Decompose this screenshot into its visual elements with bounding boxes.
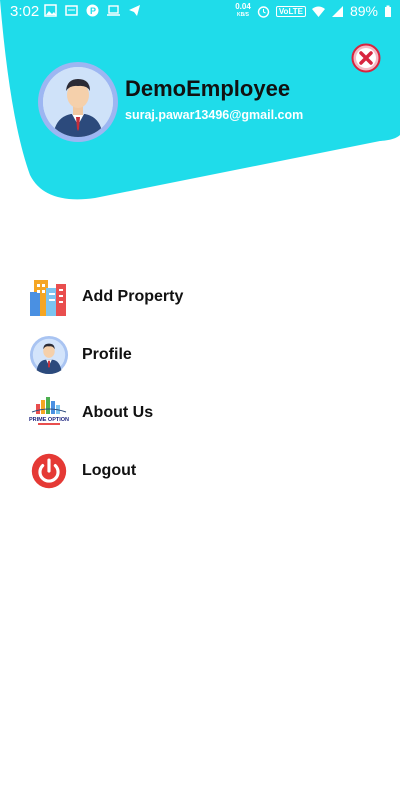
battery-percent: 89% [349, 3, 378, 19]
wifi-icon [311, 6, 325, 17]
logo-text: PRIME OPTION [29, 417, 69, 423]
menu-item-logout[interactable]: Logout [28, 448, 368, 494]
status-right-icons: 0.04 KB/S VoLTE 89% [235, 3, 392, 19]
power-icon [28, 450, 70, 492]
signal-icon [331, 5, 343, 17]
menu-item-label: About Us [82, 404, 154, 421]
message-icon [65, 5, 78, 16]
network-speed-unit: KB/S [237, 12, 249, 18]
status-time: 3:02 [10, 3, 40, 20]
laptop-icon [107, 5, 120, 16]
menu-item-label: Add Property [82, 288, 184, 305]
notification-icons: P [44, 4, 141, 17]
menu-item-label: Profile [82, 346, 132, 363]
menu-item-profile[interactable]: Profile [28, 332, 368, 378]
svg-text:P: P [90, 6, 96, 16]
image-icon [44, 4, 57, 17]
volte-badge: VoLTE [275, 5, 306, 17]
close-drawer-button[interactable] [351, 43, 381, 73]
user-avatar [38, 62, 118, 142]
company-logo-icon: PRIME OPTION [28, 392, 70, 434]
status-bar: 3:02 P 0.04 KB/S VoLTE 89% [0, 0, 400, 24]
network-speed-value: 0.04 [235, 2, 251, 11]
menu-item-about-us[interactable]: PRIME OPTION About Us [28, 390, 368, 436]
telegram-icon [129, 5, 140, 16]
user-name: DemoEmployee [125, 76, 291, 101]
user-email: suraj.pawar13496@gmail.com [125, 108, 304, 122]
battery-icon [385, 5, 391, 17]
alarm-icon [257, 5, 270, 18]
network-speed: 0.04 KB/S [235, 3, 251, 19]
paytm-icon: P [86, 4, 99, 17]
menu-item-add-property[interactable]: Add Property [28, 274, 368, 320]
menu-item-label: Logout [82, 462, 137, 479]
profile-avatar-icon [28, 334, 70, 376]
employee-avatar-icon [43, 67, 113, 137]
buildings-icon [28, 276, 70, 318]
